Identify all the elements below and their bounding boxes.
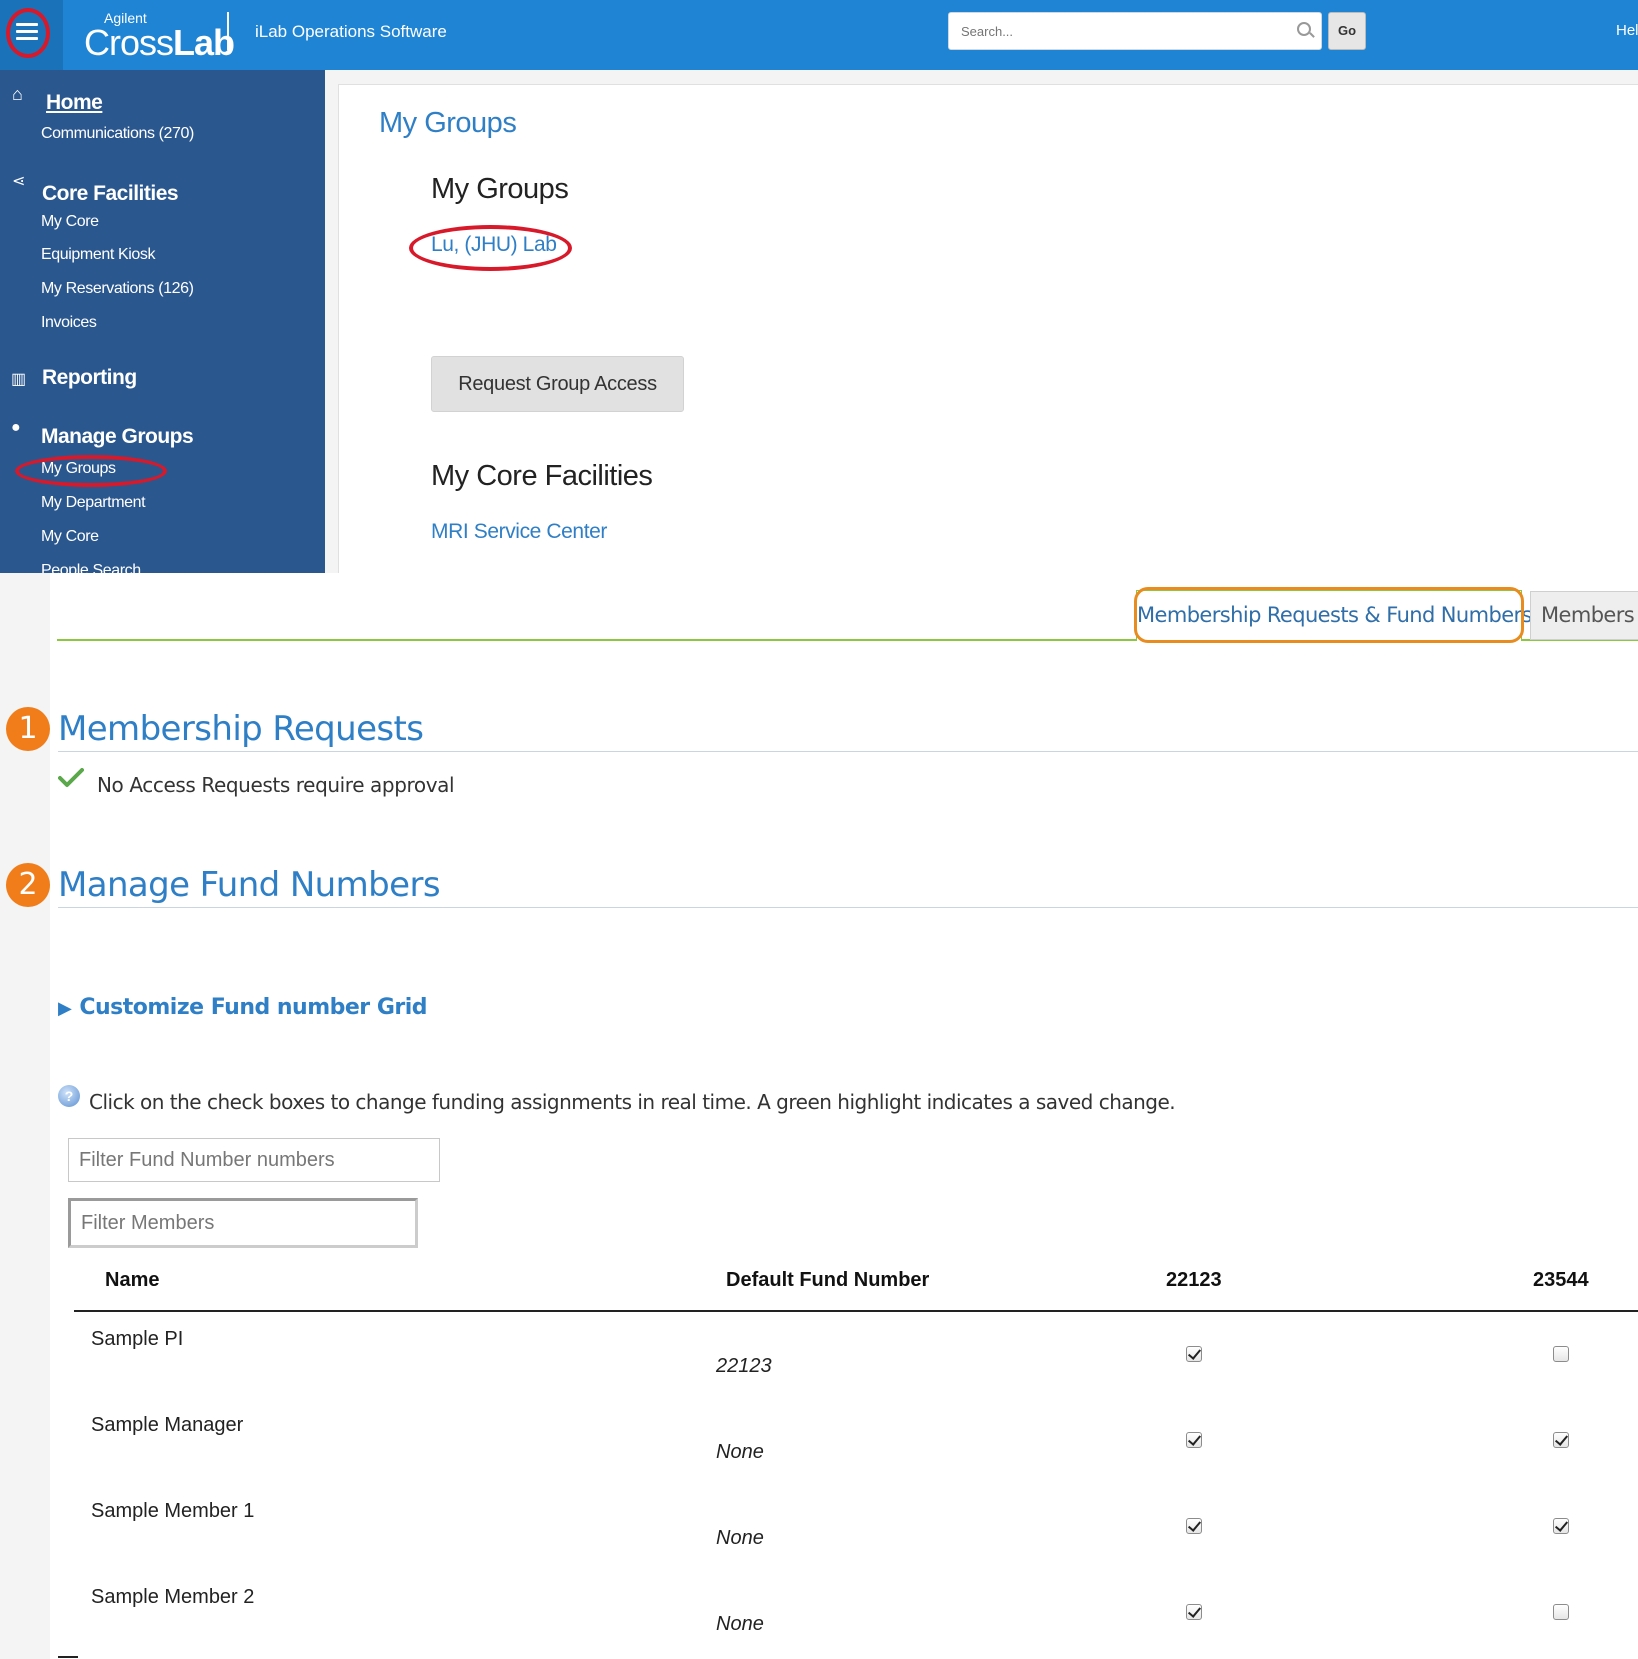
row-member-name: Sample Member 2 <box>91 1586 255 1608</box>
bottom-screenshot-panel: Membership Requests & Fund Numbers Membe… <box>0 573 1638 1659</box>
sidebar-item-core-facilities[interactable]: Core Facilities <box>42 182 179 206</box>
annotation-circle-my-groups <box>15 455 167 487</box>
search-input[interactable] <box>949 13 1293 49</box>
search-box <box>948 12 1322 50</box>
top-navbar: Agilent CrossLab iLab Operations Softwar… <box>0 0 1638 70</box>
manage-fund-numbers-heading: Manage Fund Numbers <box>58 865 441 905</box>
my-core-facilities-heading: My Core Facilities <box>431 460 653 492</box>
share-icon: ⋖ <box>12 173 26 190</box>
customize-fund-grid-link[interactable]: ▶ Customize Fund number Grid <box>58 995 428 1020</box>
go-button[interactable]: Go <box>1328 12 1366 50</box>
grid-header-rule <box>74 1310 1638 1312</box>
grid-bottom-rule <box>58 1656 78 1658</box>
sidebar-item-my-reservations[interactable]: My Reservations (126) <box>41 280 194 298</box>
sidebar-item-communications[interactable]: Communications (270) <box>41 125 194 143</box>
sidebar-item-my-core[interactable]: My Core <box>41 213 99 231</box>
membership-rule <box>58 751 1638 752</box>
page-title: My Groups <box>379 107 517 139</box>
filter-fund-number-input[interactable] <box>68 1138 440 1182</box>
sidebar-item-manage-groups[interactable]: Manage Groups <box>41 425 194 449</box>
users-icon: ● <box>11 419 21 436</box>
main-content-card: My Groups My Groups Lu, (JHU) Lab Reques… <box>338 84 1638 573</box>
filter-members-input[interactable] <box>68 1198 418 1248</box>
annotation-ring-active-tab <box>1134 587 1524 643</box>
fund-grid-instructions: Click on the check boxes to change fundi… <box>89 1090 1176 1114</box>
brand-divider <box>227 12 229 50</box>
home-icon: ⌂ <box>12 84 23 104</box>
info-icon: ? <box>58 1085 80 1107</box>
step-badge-2: 2 <box>6 863 50 907</box>
row-default-fund: None <box>716 1613 764 1635</box>
my-groups-heading: My Groups <box>431 173 569 205</box>
brand-crosslab: CrossLab <box>84 22 235 63</box>
row-default-fund: 22123 <box>716 1355 772 1377</box>
expand-triangle-icon: ▶ <box>58 998 72 1019</box>
sidebar-item-equipment-kiosk[interactable]: Equipment Kiosk <box>41 246 155 264</box>
fund-numbers-rule <box>58 907 1638 908</box>
fund-checkbox[interactable] <box>1553 1346 1569 1362</box>
help-link[interactable]: Hel <box>1616 22 1638 39</box>
bar-chart-icon: ▥ <box>11 371 27 388</box>
sidebar-item-home[interactable]: Home <box>46 91 103 115</box>
fund-checkbox[interactable] <box>1186 1432 1202 1448</box>
fund-checkbox[interactable] <box>1553 1518 1569 1534</box>
tab-members[interactable]: Members (4 <box>1530 591 1638 640</box>
core-link-mri[interactable]: MRI Service Center <box>431 520 607 544</box>
column-header-default-fund[interactable]: Default Fund Number <box>726 1269 929 1292</box>
sidebar-item-invoices[interactable]: Invoices <box>41 314 97 332</box>
search-icon[interactable] <box>1297 22 1311 36</box>
top-screenshot-panel: Agilent CrossLab iLab Operations Softwar… <box>0 0 1638 573</box>
row-default-fund: None <box>716 1441 764 1463</box>
row-member-name: Sample Manager <box>91 1414 244 1436</box>
sidebar-item-my-department[interactable]: My Department <box>41 494 146 512</box>
column-header-fund-23544[interactable]: 23544 <box>1533 1269 1589 1292</box>
column-header-name[interactable]: Name <box>105 1269 159 1292</box>
fund-checkbox[interactable] <box>1553 1432 1569 1448</box>
fund-checkbox[interactable] <box>1186 1346 1202 1362</box>
fund-checkbox[interactable] <box>1186 1518 1202 1534</box>
step-badge-1: 1 <box>6 707 50 751</box>
row-member-name: Sample Member 1 <box>91 1500 255 1522</box>
fund-checkbox[interactable] <box>1553 1604 1569 1620</box>
column-header-fund-22123[interactable]: 22123 <box>1166 1269 1222 1292</box>
row-member-name: Sample PI <box>91 1328 184 1350</box>
row-default-fund: None <box>716 1527 764 1549</box>
sidebar-item-my-core-2[interactable]: My Core <box>41 528 99 546</box>
request-group-access-button[interactable]: Request Group Access <box>431 356 684 412</box>
sidebar-item-people-search[interactable]: People Search <box>41 562 141 573</box>
app-name: iLab Operations Software <box>255 22 447 41</box>
no-requests-message: No Access Requests require approval <box>97 773 455 797</box>
checkmark-icon <box>58 768 84 787</box>
membership-requests-heading: Membership Requests <box>58 709 424 749</box>
annotation-circle-group-link <box>409 225 572 271</box>
sidebar-item-reporting[interactable]: Reporting <box>42 366 137 390</box>
fund-checkbox[interactable] <box>1186 1604 1202 1620</box>
sidebar: ⌂ Home Communications (270) ⋖ Core Facil… <box>0 70 325 573</box>
annotation-circle-menu <box>6 8 50 58</box>
